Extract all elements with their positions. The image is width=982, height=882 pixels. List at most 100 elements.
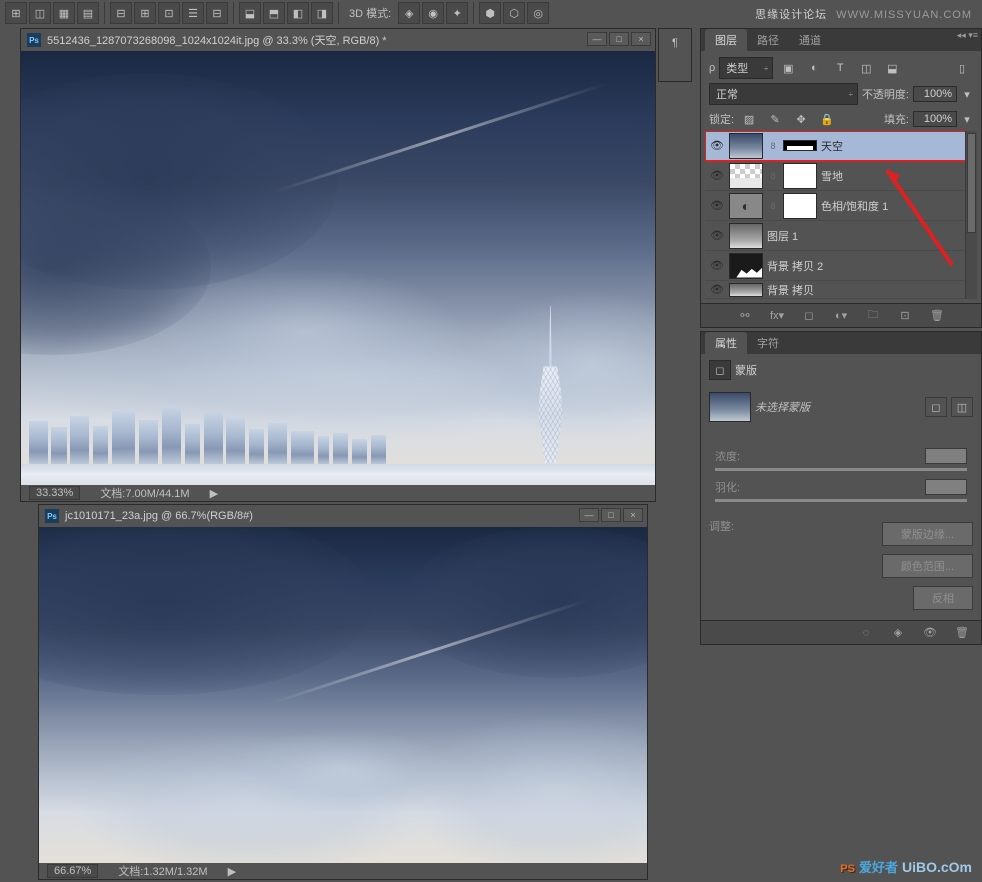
close-button[interactable]: × xyxy=(631,32,651,46)
dist-icon-2[interactable]: ⬒ xyxy=(263,2,285,24)
maximize-button[interactable]: □ xyxy=(601,508,621,522)
tab-channels[interactable]: 通道 xyxy=(789,29,831,51)
title-bar-1[interactable]: Ps 5512436_1287073268098_1024x1024it.jpg… xyxy=(21,29,655,51)
tab-properties[interactable]: 属性 xyxy=(705,332,747,354)
minimize-button[interactable]: — xyxy=(587,32,607,46)
dist-icon-1[interactable]: ⬓ xyxy=(239,2,261,24)
delete-icon[interactable]: 🗑 xyxy=(926,306,948,326)
layer-snow[interactable]: 👁 8 雪地 xyxy=(705,161,977,191)
align-icon-3[interactable]: ⊡ xyxy=(158,2,180,24)
color-range-button[interactable]: 颜色范围... xyxy=(882,554,973,578)
status-arrow[interactable]: ▶ xyxy=(228,865,236,878)
load-selection-icon[interactable]: ◌ xyxy=(855,623,877,643)
lock-transparent-icon[interactable]: ▨ xyxy=(738,109,760,129)
feather-value[interactable] xyxy=(925,479,967,495)
3d-icon-5[interactable]: ⬡ xyxy=(503,2,525,24)
tab-character[interactable]: 字符 xyxy=(747,332,789,354)
canvas-1[interactable] xyxy=(21,51,655,485)
close-button[interactable]: × xyxy=(623,508,643,522)
visibility-icon[interactable]: 👁 xyxy=(709,138,725,154)
mask-mode-icon[interactable]: ◻ xyxy=(709,360,731,380)
layer-1[interactable]: 👁 图层 1 xyxy=(705,221,977,251)
tab-layers[interactable]: 图层 xyxy=(705,29,747,51)
disable-mask-icon[interactable]: 👁 xyxy=(919,623,941,643)
mask-icon[interactable]: ◻ xyxy=(798,306,820,326)
density-value[interactable] xyxy=(925,448,967,464)
layer-name[interactable]: 背景 拷贝 xyxy=(767,282,973,298)
layer-bg-copy[interactable]: 👁 背景 拷贝 xyxy=(705,281,977,299)
filter-adjust-icon[interactable]: ◐ xyxy=(803,58,825,78)
layer-thumb[interactable] xyxy=(729,223,763,249)
fx-icon[interactable]: fx▾ xyxy=(766,306,788,326)
filter-smart-icon[interactable]: ⬓ xyxy=(881,58,903,78)
layer-thumb[interactable] xyxy=(729,283,763,297)
layer-name[interactable]: 图层 1 xyxy=(767,228,973,244)
layer-name[interactable]: 雪地 xyxy=(821,168,973,184)
layer-bg-copy-2[interactable]: 👁 背景 拷贝 2 xyxy=(705,251,977,281)
scrollbar-thumb[interactable] xyxy=(967,133,976,233)
group-icon[interactable]: 🗀 xyxy=(862,306,884,326)
opacity-dropdown[interactable]: ▾ xyxy=(961,84,973,104)
new-layer-icon[interactable]: ⊡ xyxy=(894,306,916,326)
layer-thumb[interactable] xyxy=(729,193,763,219)
filter-type-select[interactable]: 类型÷ xyxy=(719,57,773,79)
zoom-level-1[interactable]: 33.33% xyxy=(29,486,80,500)
density-slider[interactable] xyxy=(715,468,967,471)
link-layers-icon[interactable]: ⚯ xyxy=(734,306,756,326)
tab-paths[interactable]: 路径 xyxy=(747,29,789,51)
blend-mode-select[interactable]: 正常÷ xyxy=(709,83,858,105)
mask-thumb[interactable] xyxy=(783,140,817,150)
canvas-2[interactable] xyxy=(39,527,647,863)
lock-position-icon[interactable]: ✥ xyxy=(790,109,812,129)
fill-dropdown[interactable]: ▾ xyxy=(961,109,973,129)
layers-scrollbar[interactable] xyxy=(965,131,977,299)
dist-icon-3[interactable]: ◧ xyxy=(287,2,309,24)
mask-edge-button[interactable]: 蒙版边缘... xyxy=(882,522,973,546)
3d-icon-6[interactable]: ◎ xyxy=(527,2,549,24)
mask-preview-thumb[interactable] xyxy=(709,392,751,422)
filter-shape-icon[interactable]: ◫ xyxy=(855,58,877,78)
layer-thumb[interactable] xyxy=(729,253,763,279)
tool-icon-1[interactable]: ⊞ xyxy=(5,2,27,24)
pixel-mask-btn[interactable]: ◻ xyxy=(925,397,947,417)
3d-icon-2[interactable]: ◉ xyxy=(422,2,444,24)
3d-icon-4[interactable]: ⬢ xyxy=(479,2,501,24)
feather-slider[interactable] xyxy=(715,499,967,502)
filter-text-icon[interactable]: T xyxy=(829,58,851,78)
dist-icon-4[interactable]: ◨ xyxy=(311,2,333,24)
vector-mask-btn[interactable]: ◫ xyxy=(951,397,973,417)
align-icon-5[interactable]: ⊟ xyxy=(206,2,228,24)
visibility-icon[interactable]: 👁 xyxy=(709,228,725,244)
layer-thumb[interactable] xyxy=(729,133,763,159)
minimize-button[interactable]: — xyxy=(579,508,599,522)
align-icon-4[interactable]: ☰ xyxy=(182,2,204,24)
visibility-icon[interactable]: 👁 xyxy=(709,282,725,298)
collapsed-panel-tab[interactable]: ¶ xyxy=(658,28,692,82)
layer-name[interactable]: 色相/饱和度 1 xyxy=(821,198,973,214)
3d-icon-3[interactable]: ✦ xyxy=(446,2,468,24)
fill-input[interactable]: 100% xyxy=(913,111,957,127)
adjustment-icon[interactable]: ◐▾ xyxy=(830,306,852,326)
tool-icon-4[interactable]: ▤ xyxy=(77,2,99,24)
align-icon-2[interactable]: ⊞ xyxy=(134,2,156,24)
invert-button[interactable]: 反相 xyxy=(913,586,973,610)
mask-thumb[interactable] xyxy=(783,193,817,219)
layer-sky[interactable]: 👁 8 天空 xyxy=(705,131,977,161)
layer-hue-sat[interactable]: 👁 8 色相/饱和度 1 xyxy=(705,191,977,221)
panel-collapse-icons[interactable]: ◂◂ ▾≡ xyxy=(957,30,978,41)
opacity-input[interactable]: 100% xyxy=(913,86,957,102)
apply-mask-icon[interactable]: ◈ xyxy=(887,623,909,643)
visibility-icon[interactable]: 👁 xyxy=(709,198,725,214)
mask-thumb[interactable] xyxy=(783,163,817,189)
visibility-icon[interactable]: 👁 xyxy=(709,258,725,274)
tool-icon-2[interactable]: ◫ xyxy=(29,2,51,24)
filter-pixel-icon[interactable]: ▣ xyxy=(777,58,799,78)
lock-all-icon[interactable]: 🔒 xyxy=(816,109,838,129)
lock-pixels-icon[interactable]: ✎ xyxy=(764,109,786,129)
status-arrow[interactable]: ▶ xyxy=(210,487,218,500)
layer-name[interactable]: 背景 拷贝 2 xyxy=(767,258,973,274)
visibility-icon[interactable]: 👁 xyxy=(709,168,725,184)
tool-icon-3[interactable]: ▦ xyxy=(53,2,75,24)
layer-thumb[interactable] xyxy=(729,163,763,189)
zoom-level-2[interactable]: 66.67% xyxy=(47,864,98,878)
